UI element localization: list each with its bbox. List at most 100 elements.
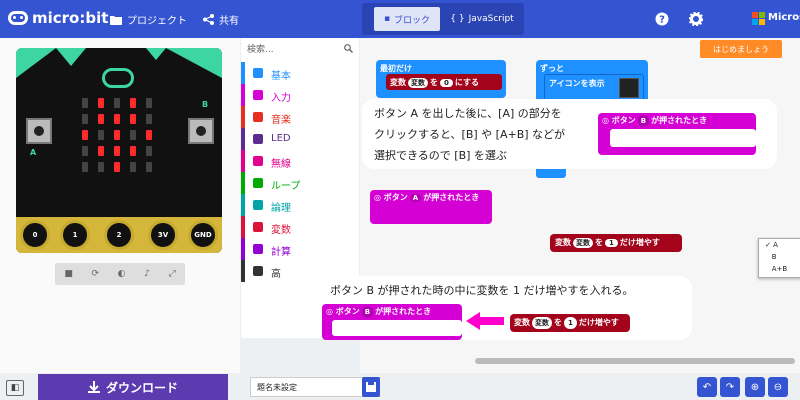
callout-change-var-value: 1 [564,317,577,329]
instruction-callout-bottom: ボタン B が押された時の中に変数を 1 だけ増やすを入れる。 ◎ ボタン B が押… [318,276,692,340]
button-a[interactable] [26,118,52,144]
blocks-tab[interactable]: ▪ ブロック [374,7,440,31]
callout-bottom-block-button: B [361,306,374,318]
dropdown-option-b-label: B [771,253,777,261]
share-icon [203,14,214,25]
puzzle-icon: ▪ [383,14,391,24]
category-1[interactable]: 入力 [241,84,359,106]
dropdown-option-ab[interactable]: A+B [759,263,800,275]
led-0-2 [114,98,120,108]
on-start-block[interactable]: 最初だけ 変数 変数を 0 にする [376,60,506,98]
led-0-1 [98,98,104,108]
show-icon-block[interactable]: アイコンを表示 [544,74,644,102]
gear-icon[interactable] [689,12,703,26]
forever-label: ずっと [540,64,564,73]
download-icon [87,381,100,393]
led-0-4 [146,98,152,108]
callout-change-variable-block: 変数 変数を 1 だけ増やす [510,314,630,332]
icon-picker[interactable] [619,78,639,98]
pin-1[interactable]: 1 [60,220,90,250]
download-label: ダウンロード [105,380,178,395]
zoom-out-button[interactable]: ⊖ [768,377,788,397]
javascript-tab[interactable]: { } JavaScript [446,7,518,31]
category-label: 入力 [271,93,291,104]
button-pressed-block-a[interactable]: ◎ ボタン A が押されたとき [370,190,492,224]
dropdown-option-a[interactable]: ✓ A [759,239,800,251]
category-6[interactable]: 論理 [241,194,359,216]
set-var-to: を [430,78,438,87]
category-7[interactable]: 変数 [241,216,359,238]
category-color-bar [241,194,245,216]
target-icon: ◎ [374,193,381,202]
undo-icon: ↶ [702,381,712,393]
logo-text: micro:bit [32,9,109,27]
toggle-icon [253,134,263,144]
project-name-input[interactable]: 題名未設定 [250,377,380,397]
headphones-icon [253,112,263,122]
dropdown-option-a-label: A [773,241,778,249]
arrow-left-icon [466,312,504,330]
category-color-bar [241,84,245,106]
category-8[interactable]: 計算 [241,238,359,260]
help-icon[interactable]: ? [655,12,669,26]
download-button[interactable]: ダウンロード [38,374,228,400]
pin-3v[interactable]: 3V [148,220,178,250]
button-b[interactable] [188,118,214,144]
change-variable-block[interactable]: 変数 変数を 1 だけ増やす [550,234,682,252]
led-4-4 [146,162,152,172]
set-var-value[interactable]: 0 [440,79,453,87]
toolbox-search[interactable]: 検索... [247,42,353,62]
button-block-a-suffix: が押されたとき [423,193,480,202]
save-button[interactable] [362,377,380,397]
category-2[interactable]: 音楽 [241,106,359,128]
button-choice-dropdown[interactable]: A [409,194,422,202]
fullscreen-icon[interactable]: ⤢ [168,269,175,279]
pin-2[interactable]: 2 [104,220,134,250]
redo-button[interactable]: ↷ [720,377,740,397]
button-block-a-prefix: ボタン [383,193,408,202]
category-label: 計算 [271,247,291,258]
undo-button[interactable]: ↶ [697,377,717,397]
change-var-value[interactable]: 1 [605,239,618,247]
share-button[interactable]: 共有 [203,12,239,27]
set-variable-block[interactable]: 変数 変数を 0 にする [386,74,502,90]
set-var-dropdown[interactable]: 変数 [408,78,428,88]
simulator-panel: A B 0 1 2 3V GND ■ ⟳ ◐ ♪ ⤢ [0,38,240,373]
target-icon: ◎ [326,307,333,316]
pin-0-label: 0 [32,231,38,239]
change-var-dropdown[interactable]: 変数 [573,238,593,248]
slowmo-icon[interactable]: ◐ [118,269,126,279]
dropdown-option-b[interactable]: B [759,251,800,263]
pin-0[interactable]: 0 [20,220,50,250]
search-icon[interactable] [344,44,353,53]
change-var-suffix: だけ増やす [619,238,660,247]
led-3-0 [82,146,88,156]
category-3[interactable]: LED [241,128,359,150]
start-tutorial-label: はじめましょう [713,44,769,54]
callout-bottom-block-suffix: が押されたとき [375,307,432,316]
pin-gnd[interactable]: GND [188,220,218,250]
led-2-0 [82,130,88,140]
mute-icon[interactable]: ♪ [144,269,150,279]
pin-2-label: 2 [116,231,122,239]
callout-top-block-suffix: が押されたとき [651,116,708,125]
category-0[interactable]: 基本 [241,62,359,84]
callout-change-var-to: を [554,318,562,327]
led-4-2 [114,162,120,172]
category-4[interactable]: 無線 [241,150,359,172]
category-5[interactable]: ループ [241,172,359,194]
projects-button[interactable]: プロジェクト [110,12,187,27]
collapse-simulator-icon[interactable]: ◧ [6,380,24,396]
microbit-logo[interactable]: micro:bit [8,9,108,27]
zoom-in-button[interactable]: ⊕ [745,377,765,397]
led-4-1 [98,162,104,172]
horizontal-scrollbar[interactable] [475,358,795,364]
stop-icon[interactable]: ■ [64,269,73,279]
pin-3v-label: 3V [157,231,169,239]
restart-icon[interactable]: ⟳ [91,269,99,279]
category-label: 音楽 [271,115,291,126]
led-4-0 [82,162,88,172]
start-tutorial-button[interactable]: はじめましょう [700,40,782,58]
search-input[interactable]: 検索... [247,45,274,55]
button-b-label: B [202,100,209,109]
